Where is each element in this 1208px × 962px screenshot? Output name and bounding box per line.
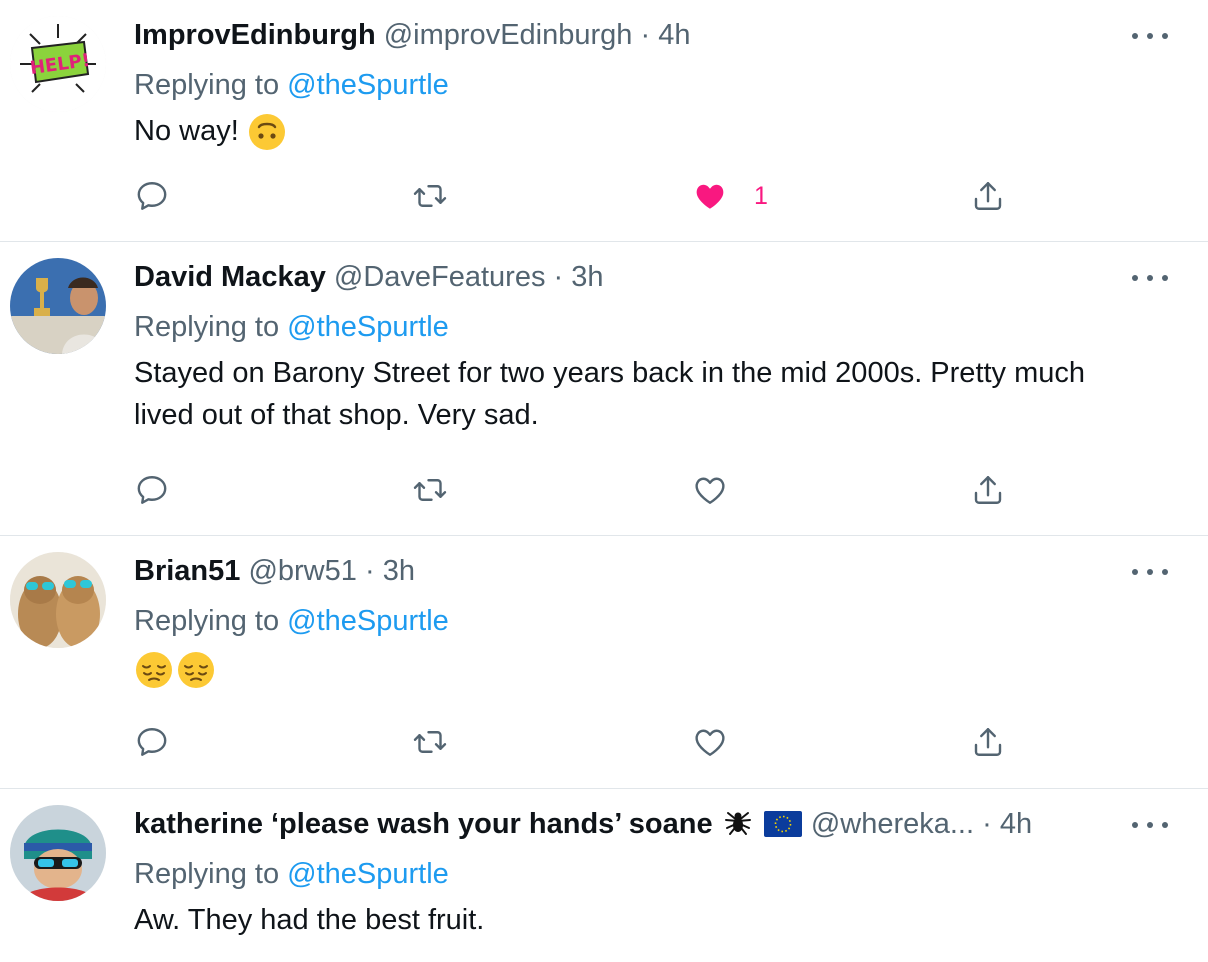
share-button[interactable]	[970, 722, 1006, 762]
tweet-header: David Mackay @DaveFeatures · 3h	[134, 256, 604, 298]
more-options-button[interactable]	[1132, 24, 1168, 48]
user-handle[interactable]: @whereka...	[811, 808, 974, 840]
profile-photo	[10, 258, 106, 354]
tweet[interactable]: katherine ‘please wash your hands’ soane…	[0, 789, 1208, 962]
replying-to: Replying to @theSpurtle	[134, 853, 449, 895]
reply-button[interactable]	[134, 176, 170, 216]
timestamp[interactable]: 3h	[571, 261, 603, 293]
tweet-header: Brian51 @brw51 · 3h	[134, 550, 415, 592]
timestamp[interactable]: 4h	[1000, 808, 1032, 840]
display-name[interactable]: ImprovEdinburgh	[134, 19, 376, 51]
reply-button[interactable]	[134, 470, 170, 510]
profile-photo	[10, 552, 106, 648]
avatar[interactable]	[10, 552, 106, 648]
share-icon	[970, 178, 1006, 214]
timestamp[interactable]: 4h	[658, 19, 690, 51]
tweet-actions	[134, 470, 1034, 512]
share-icon	[970, 724, 1006, 760]
more-options-button[interactable]	[1132, 560, 1168, 584]
separator-dot: ·	[982, 808, 992, 840]
tweet-text: Aw. They had the best fruit.	[134, 904, 485, 936]
like-button[interactable]	[692, 470, 728, 510]
separator-dot: ·	[364, 555, 375, 587]
ellipsis-icon	[1132, 33, 1138, 39]
help-comic-logo: HELP!	[10, 16, 106, 112]
user-handle[interactable]: @DaveFeatures	[334, 261, 546, 293]
heart-filled-icon	[692, 178, 728, 214]
ellipsis-icon	[1132, 275, 1138, 281]
display-name[interactable]: katherine ‘please wash your hands’ soane	[134, 808, 713, 840]
ellipsis-icon	[1132, 569, 1138, 575]
tweet[interactable]: HELP! ImprovEdinburgh @improvEdinburgh ·…	[0, 0, 1208, 242]
tweet-text	[134, 648, 1144, 690]
timestamp[interactable]: 3h	[383, 555, 415, 587]
retweet-button[interactable]	[412, 176, 448, 216]
speech-bubble-icon	[134, 472, 170, 508]
tweet-actions: 1	[134, 176, 1034, 218]
display-name[interactable]: Brian51	[134, 555, 240, 587]
mention-link[interactable]: @theSpurtle	[287, 605, 449, 637]
like-button[interactable]	[692, 722, 728, 762]
tweet-actions	[134, 722, 1034, 764]
share-button[interactable]	[970, 176, 1006, 216]
display-name[interactable]: David Mackay	[134, 261, 326, 293]
tweet-header: ImprovEdinburgh @improvEdinburgh · 4h	[134, 14, 690, 56]
speech-bubble-icon	[134, 178, 170, 214]
replying-label: Replying to	[134, 858, 280, 890]
retweet-icon	[412, 724, 448, 760]
pensive-face-emoji-icon	[134, 650, 174, 690]
pensive-face-emoji-icon	[176, 650, 216, 690]
heart-icon	[692, 724, 728, 760]
tweet[interactable]: Brian51 @brw51 · 3h Replying to @theSpur…	[0, 536, 1208, 789]
more-options-button[interactable]	[1132, 813, 1168, 837]
more-options-button[interactable]	[1132, 266, 1168, 290]
tweet-text: No way!	[134, 110, 1144, 152]
spider-icon	[724, 812, 751, 835]
retweet-icon	[412, 178, 448, 214]
tweet-header: katherine ‘please wash your hands’ soane…	[134, 803, 1032, 845]
replying-to: Replying to @theSpurtle	[134, 306, 449, 348]
share-icon	[970, 472, 1006, 508]
tweet[interactable]: David Mackay @DaveFeatures · 3h Replying…	[0, 242, 1208, 536]
avatar[interactable]: HELP!	[10, 16, 106, 112]
upside-down-face-emoji-icon	[247, 112, 287, 152]
mention-link[interactable]: @theSpurtle	[287, 69, 449, 101]
tweet-text-content: No way!	[134, 115, 239, 147]
replying-label: Replying to	[134, 605, 280, 637]
speech-bubble-icon	[134, 724, 170, 760]
separator-dot: ·	[640, 19, 651, 51]
tweet-text: Stayed on Barony Street for two years ba…	[134, 357, 1086, 431]
mention-link[interactable]: @theSpurtle	[287, 858, 449, 890]
ellipsis-icon	[1132, 822, 1138, 828]
avatar[interactable]	[10, 258, 106, 354]
eu-flag-icon	[763, 811, 802, 837]
retweet-button[interactable]	[412, 722, 448, 762]
like-count: 1	[754, 181, 768, 210]
replying-to: Replying to @theSpurtle	[134, 64, 449, 106]
separator-dot: ·	[553, 261, 564, 293]
replying-to: Replying to @theSpurtle	[134, 600, 449, 642]
replying-label: Replying to	[134, 69, 280, 101]
like-button[interactable]: 1	[692, 176, 768, 216]
retweet-icon	[412, 472, 448, 508]
retweet-button[interactable]	[412, 470, 448, 510]
user-handle[interactable]: @improvEdinburgh	[384, 19, 633, 51]
profile-photo	[10, 805, 106, 901]
avatar[interactable]	[10, 805, 106, 901]
heart-icon	[692, 472, 728, 508]
mention-link[interactable]: @theSpurtle	[287, 311, 449, 343]
user-handle[interactable]: @brw51	[248, 555, 356, 587]
replying-label: Replying to	[134, 311, 280, 343]
share-button[interactable]	[970, 470, 1006, 510]
reply-button[interactable]	[134, 722, 170, 762]
